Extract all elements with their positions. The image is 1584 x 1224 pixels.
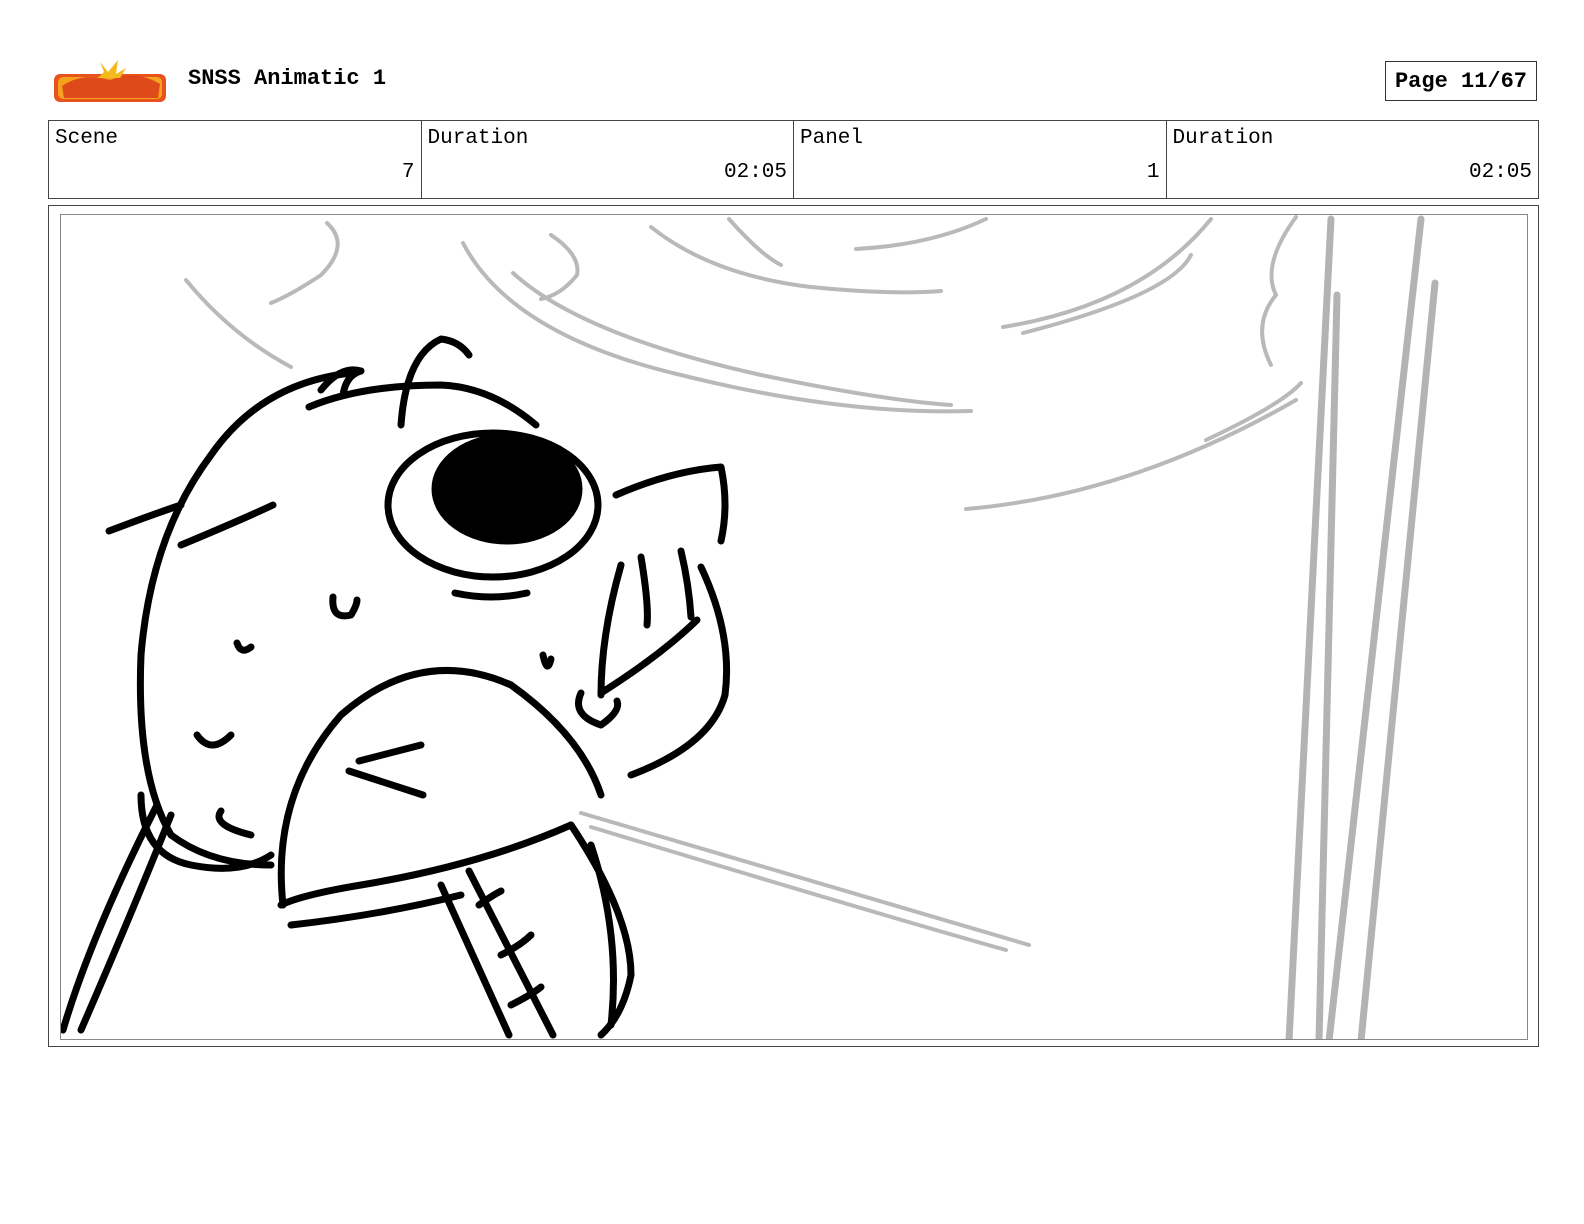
scene-label: Scene xyxy=(55,127,119,150)
scene-value: 7 xyxy=(401,161,415,184)
panel-label: Panel xyxy=(800,127,864,150)
storyboard-panel xyxy=(60,214,1528,1040)
panel-value: 1 xyxy=(1146,161,1160,184)
window-frame-lines xyxy=(1285,215,1439,1039)
page-indicator: Page 11/67 xyxy=(1385,61,1537,101)
background-sketch xyxy=(184,215,1303,952)
scene-duration-value: 02:05 xyxy=(723,161,787,184)
page-number: 11/67 xyxy=(1461,68,1528,94)
scene-duration-label: Duration xyxy=(427,127,529,150)
scene-duration-cell: Duration 02:05 xyxy=(422,121,794,198)
scene-info-table: Scene 7 Duration 02:05 Panel 1 Duration … xyxy=(48,120,1539,199)
panel-duration-label: Duration xyxy=(1172,127,1274,150)
panel-duration-cell: Duration 02:05 xyxy=(1167,121,1539,198)
panel-duration-value: 02:05 xyxy=(1468,161,1532,184)
character-sketch xyxy=(61,335,731,1039)
show-logo xyxy=(52,58,170,106)
document-title: SNSS Animatic 1 xyxy=(188,66,387,91)
scene-cell: Scene 7 xyxy=(49,121,422,198)
panel-cell: Panel 1 xyxy=(794,121,1167,198)
page-label: Page xyxy=(1394,68,1448,94)
storyboard-panel-frame xyxy=(48,205,1539,1047)
storyboard-sketch xyxy=(61,215,1439,1039)
